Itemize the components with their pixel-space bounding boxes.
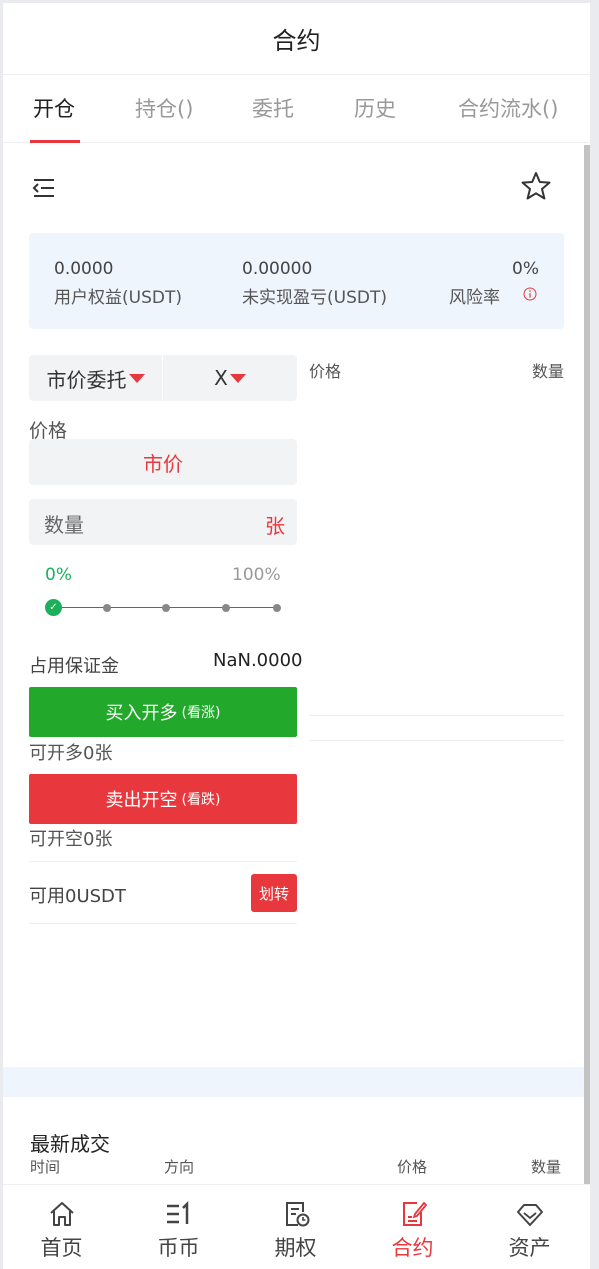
quantity-unit: 张: [265, 514, 285, 538]
risk-rate-value: 0%: [512, 259, 539, 279]
active-tab-indicator: [30, 140, 80, 143]
section-separator: [3, 1067, 584, 1097]
slider-step-100[interactable]: [273, 604, 281, 612]
order-type-dropdown[interactable]: 市价委托: [29, 355, 163, 401]
app-screen: 合约 开仓 持仓() 委托 历史 合约流水() 0.0000 用户权益(USDT…: [3, 3, 590, 1269]
star-icon[interactable]: [521, 171, 551, 201]
buy-sub-label: (看涨): [181, 705, 221, 721]
nav-assets-label: 资产: [508, 1236, 551, 1260]
orderbook-qty-header: 数量: [532, 362, 565, 381]
can-long-text: 可开多0张: [29, 743, 113, 764]
leverage-value: X: [214, 366, 228, 390]
margin-value: NaN.0000: [213, 650, 303, 671]
slider-step-50[interactable]: [162, 604, 170, 612]
can-short-text: 可开空0张: [29, 829, 113, 850]
sell-short-button[interactable]: 卖出开空 (看跌): [29, 774, 297, 824]
quantity-placeholder: 数量: [44, 513, 84, 537]
scrollbar[interactable]: [584, 145, 590, 1190]
nav-contract-label: 合约: [391, 1236, 434, 1260]
dropdown-arrow-icon: [229, 373, 246, 383]
dropdown-arrow-icon: [128, 373, 145, 383]
price-market-value: 市价: [143, 451, 183, 476]
slider-step-75[interactable]: [222, 604, 230, 612]
nav-spot-label: 币币: [157, 1236, 200, 1260]
options-icon: [285, 1202, 309, 1227]
info-icon[interactable]: [523, 287, 537, 301]
nav-contract[interactable]: 合约: [354, 1185, 471, 1269]
tab-orders[interactable]: 委托: [252, 75, 294, 143]
buy-label: 买入开多: [105, 703, 178, 724]
nav-options[interactable]: 期权: [237, 1185, 354, 1269]
form-divider: [29, 923, 297, 924]
nav-assets[interactable]: 资产: [471, 1185, 588, 1269]
trades-price-header: 价格: [397, 1158, 428, 1176]
home-icon: [49, 1202, 74, 1226]
trades-direction-header: 方向: [164, 1158, 195, 1176]
order-type-selector: 市价委托 X: [29, 355, 297, 401]
bottom-nav: 首页 币币 期权 合约 资产: [3, 1184, 590, 1269]
unrealized-pnl-label: 未实现盈亏(USDT): [242, 288, 387, 308]
percent-max-label: 100%: [232, 565, 281, 585]
trades-time-header: 时间: [30, 1158, 61, 1176]
sell-label: 卖出开空: [105, 790, 178, 811]
quantity-field[interactable]: 数量 张: [29, 499, 297, 545]
available-balance: 可用0USDT: [29, 886, 126, 907]
tab-history[interactable]: 历史: [354, 75, 396, 143]
tab-positions[interactable]: 持仓(): [135, 75, 193, 143]
sell-sub-label: (看跌): [181, 792, 221, 808]
buy-long-button[interactable]: 买入开多 (看涨): [29, 687, 297, 737]
orderbook-price-header: 价格: [309, 362, 342, 381]
tab-open-position[interactable]: 开仓: [33, 75, 75, 143]
nav-spot[interactable]: 币币: [120, 1185, 237, 1269]
order-type-value: 市价委托: [46, 367, 127, 392]
risk-rate-label: 风险率: [449, 288, 500, 308]
slider-step-25[interactable]: [103, 604, 111, 612]
orderbook-divider: [309, 715, 564, 716]
equity-value: 0.0000: [54, 259, 114, 279]
unrealized-pnl-value: 0.00000: [242, 259, 313, 279]
diamond-icon: [516, 1204, 543, 1226]
tab-bar: 开仓 持仓() 委托 历史 合约流水(): [3, 75, 590, 143]
orderbook-divider: [309, 740, 564, 741]
form-divider: [29, 861, 297, 862]
leverage-dropdown[interactable]: X: [163, 355, 297, 401]
nav-home[interactable]: 首页: [3, 1185, 120, 1269]
trades-qty-header: 数量: [531, 1158, 562, 1176]
percent-min-label: 0%: [45, 565, 72, 585]
account-summary: 0.0000 用户权益(USDT) 0.00000 未实现盈亏(USDT) 0%…: [29, 233, 564, 329]
spot-icon: [166, 1200, 188, 1224]
collapse-menu-icon[interactable]: [31, 175, 57, 201]
nav-options-label: 期权: [274, 1236, 317, 1260]
equity-label: 用户权益(USDT): [54, 288, 182, 308]
tab-contract-flow[interactable]: 合约流水(): [458, 75, 558, 143]
nav-home-label: 首页: [40, 1236, 83, 1260]
price-field[interactable]: 市价: [29, 439, 297, 485]
margin-label: 占用保证金: [29, 656, 119, 677]
transfer-button[interactable]: 划转: [251, 874, 297, 912]
latest-trades-title: 最新成交: [30, 1132, 110, 1156]
contract-icon: [402, 1201, 427, 1226]
page-title: 合约: [272, 27, 321, 55]
page-header: 合约: [3, 3, 590, 75]
slider-handle[interactable]: ✓: [45, 599, 62, 616]
